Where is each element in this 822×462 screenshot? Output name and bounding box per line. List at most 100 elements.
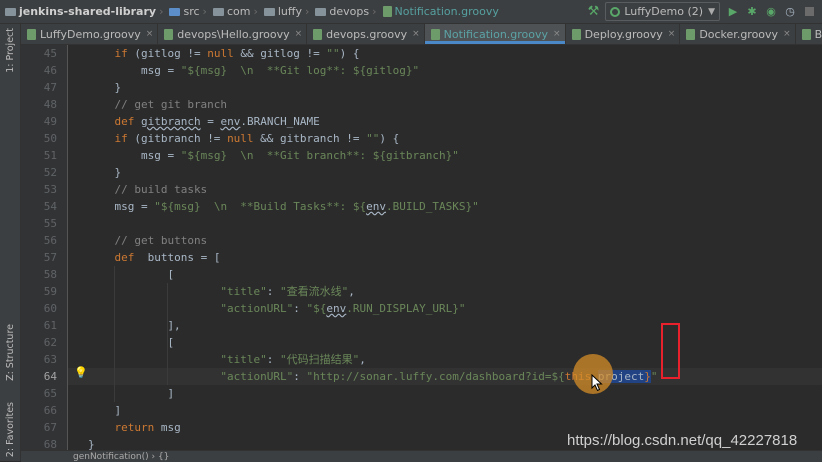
editor-tab[interactable]: Docker.groovy × (680, 24, 796, 44)
code-line-text: [ (167, 266, 174, 283)
debug-icon[interactable]: ✱ (746, 5, 758, 19)
code-line[interactable]: if (gitbranch != null && gitbranch != ""… (68, 130, 822, 147)
intention-bulb-icon[interactable]: 💡 (74, 365, 88, 379)
code-area[interactable]: if (gitlog != null && gitlog != "") {msg… (68, 45, 822, 450)
close-icon[interactable]: × (295, 29, 303, 39)
code-line[interactable]: // get buttons (68, 232, 822, 249)
editor-tab[interactable]: BuildMessage.groovy× (796, 24, 822, 44)
line-number: 65 (43, 387, 57, 400)
groovy-file-icon (313, 28, 323, 40)
line-number: 66 (43, 404, 57, 417)
breadcrumb-item[interactable]: luffy (262, 5, 302, 18)
code-token: } (114, 81, 122, 94)
code-line[interactable]: "actionURL": "${env.RUN_DISPLAY_URL}" (68, 300, 822, 317)
mouse-pointer-icon (591, 374, 603, 392)
code-token: msg (160, 421, 181, 434)
code-token: "http://sonar.luffy.com/dashboard?id=${ (306, 370, 565, 383)
close-icon[interactable]: × (553, 29, 561, 39)
code-token: "title" (220, 353, 267, 366)
code-token: : (293, 302, 307, 315)
groovy-file-icon (686, 28, 696, 40)
line-number: 52 (43, 166, 57, 179)
line-number: 47 (43, 81, 57, 94)
code-line[interactable]: ] (68, 402, 822, 419)
structure-tool-button[interactable]: Z: Structure (0, 324, 20, 381)
code-line[interactable]: msg = "${msg} \n **Git log**: ${gitlog}" (68, 62, 822, 79)
code-token: msg = (114, 200, 155, 213)
line-number: 46 (43, 64, 57, 77)
code-line[interactable]: "actionURL": "http://sonar.luffy.com/das… (68, 368, 822, 385)
tab-label: LuffyDemo.groovy (40, 27, 141, 41)
line-number: 51 (43, 149, 57, 162)
code-line-text: "title": "查看流水线", (220, 283, 354, 300)
code-token: , (348, 285, 355, 298)
line-number: 64 (43, 370, 57, 383)
code-line[interactable]: // get git branch (68, 96, 822, 113)
editor-tab[interactable]: Notification.groovy × (424, 24, 566, 44)
code-line[interactable]: if (gitlog != null && gitlog != "") { (68, 45, 822, 62)
close-icon[interactable]: × (783, 29, 791, 39)
code-line-text: ] (114, 402, 121, 419)
line-number-gutter: 45 46 47 48 49 50 51 52 53 54 55 56 57 58 59 60 61 62 63 64… (21, 45, 68, 450)
code-token: "代码扫描结果" (280, 353, 360, 366)
code-line[interactable]: } (68, 164, 822, 181)
code-token: def (114, 251, 141, 264)
editor-tab[interactable]: devops\Hello.groovy × (158, 24, 308, 44)
code-line[interactable]: msg = "${msg} \n **Build Tasks**: ${env.… (68, 198, 822, 215)
favorites-tool-button[interactable]: 2: Favorites (0, 402, 20, 457)
code-line[interactable]: ], (68, 317, 822, 334)
code-token: null (227, 132, 254, 145)
profile-icon[interactable]: ◷ (784, 5, 796, 19)
code-line[interactable]: [ (68, 334, 822, 351)
code-line[interactable]: msg = "${msg} \n **Git branch**: ${gitbr… (68, 147, 822, 164)
code-token: null (207, 47, 234, 60)
line-number: 48 (43, 98, 57, 111)
code-token: : (266, 353, 280, 366)
method-breadcrumb[interactable]: genNotification() › {} (73, 452, 169, 462)
code-editor[interactable]: 45 46 47 48 49 50 51 52 53 54 55 56 57 58 59 60 61 62 63 64… (21, 45, 822, 450)
run-icon[interactable]: ▶ (727, 5, 739, 19)
breadcrumb-item[interactable]: com (211, 5, 250, 18)
code-line[interactable]: def gitbranch = env.BRANCH_NAME (68, 113, 822, 130)
stop-icon[interactable] (803, 5, 815, 19)
code-token: env (366, 200, 387, 213)
close-icon[interactable]: × (668, 29, 676, 39)
breadcrumb-item[interactable]: devops (313, 5, 369, 18)
editor-tab[interactable]: devops.groovy × (307, 24, 425, 44)
breadcrumb-item[interactable]: Notification.groovy (381, 5, 499, 18)
code-token: "${ (306, 302, 327, 315)
code-line-text: "actionURL": "${env.RUN_DISPLAY_URL}" (220, 300, 465, 317)
folder-icon (315, 7, 327, 16)
code-line[interactable]: "title": "查看流水线", (68, 283, 822, 300)
code-token: (gitbranch != (127, 132, 228, 145)
code-line[interactable]: [ (68, 266, 822, 283)
project-tool-button[interactable]: 1: Project (0, 28, 20, 73)
breadcrumb: jenkins-shared-library › src › com › luffy › dev… (0, 5, 499, 18)
run-configuration-selector[interactable]: LuffyDemo (2) ▼ (605, 2, 720, 21)
structure-tool-label: Z: Structure (4, 324, 16, 381)
code-token: env (326, 302, 347, 315)
coverage-icon[interactable]: ◉ (765, 5, 777, 19)
code-line-text: } (88, 436, 95, 450)
editor-tab[interactable]: Deploy.groovy × (566, 24, 681, 44)
code-token: // get buttons (114, 234, 208, 247)
code-token: ] (114, 404, 122, 417)
code-line[interactable]: def buttons = [ (68, 249, 822, 266)
code-token: : (266, 285, 280, 298)
build-hammer-icon[interactable]: ⚒ (588, 4, 600, 19)
code-line[interactable]: // build tasks (68, 181, 822, 198)
code-token: ], (167, 319, 181, 332)
close-icon[interactable]: × (412, 29, 420, 39)
code-line[interactable] (68, 215, 822, 232)
line-number: 62 (43, 336, 57, 349)
code-line[interactable]: } (68, 79, 822, 96)
editor-tab[interactable]: LuffyDemo.groovy × (21, 24, 159, 44)
indent-guide (167, 283, 169, 385)
breadcrumb-item[interactable]: src (167, 5, 200, 18)
code-line[interactable]: ] (68, 385, 822, 402)
code-line[interactable]: "title": "代码扫描结果", (68, 351, 822, 368)
breadcrumb-item[interactable]: jenkins-shared-library (3, 5, 156, 18)
code-token: .RUN_DISPLAY_URL}" (346, 302, 466, 315)
code-line-text: } (114, 164, 121, 181)
close-icon[interactable]: × (146, 29, 154, 39)
